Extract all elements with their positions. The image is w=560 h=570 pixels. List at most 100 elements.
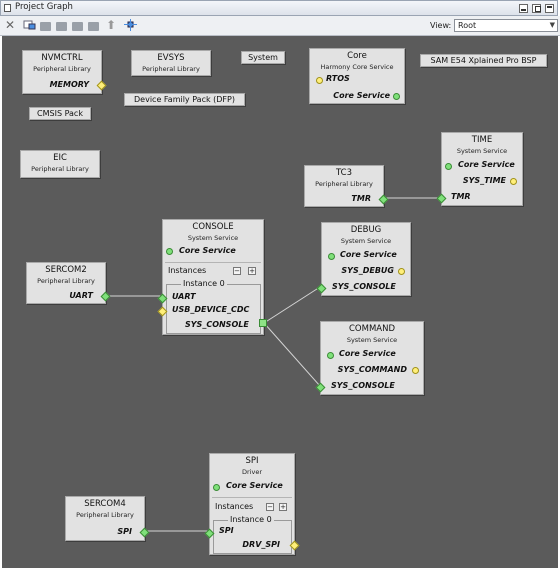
instance-title: Instance 0 bbox=[228, 515, 274, 524]
separator bbox=[212, 497, 292, 498]
group-icon[interactable] bbox=[40, 22, 51, 31]
port-uart: UART bbox=[172, 292, 196, 301]
delete-icon[interactable]: ✕ bbox=[3, 19, 17, 32]
port-tmr: TMR bbox=[451, 192, 471, 201]
auto-arrange-icon[interactable] bbox=[123, 19, 137, 32]
node-name: TC3 bbox=[335, 168, 353, 178]
node-type: Peripheral Library bbox=[37, 277, 95, 285]
node-type: Peripheral Library bbox=[76, 511, 134, 519]
port-core-service: Core Service bbox=[458, 160, 515, 169]
minimize-button[interactable] bbox=[519, 4, 528, 13]
node-core[interactable]: Core Harmony Core Service RTOS Core Serv… bbox=[309, 48, 405, 104]
chevron-down-icon: ▼ bbox=[549, 21, 555, 29]
port-sys-command: SYS_COMMAND bbox=[337, 365, 407, 374]
node-system[interactable]: System bbox=[241, 51, 285, 64]
window-icon bbox=[4, 4, 11, 12]
node-evsys[interactable]: EVSYS Peripheral Library bbox=[131, 50, 211, 76]
port-core-service-connector[interactable] bbox=[328, 253, 335, 260]
node-time[interactable]: TIME System Service Core Service SYS_TIM… bbox=[436, 132, 523, 206]
node-type: Peripheral Library bbox=[33, 65, 91, 73]
node-name: EIC bbox=[53, 153, 67, 163]
restore-button[interactable] bbox=[532, 4, 541, 13]
node-command[interactable]: COMMAND System Service Core Service SYS_… bbox=[315, 321, 424, 395]
port-rtos: RTOS bbox=[326, 74, 350, 83]
remove-instance-button[interactable]: − bbox=[233, 267, 241, 275]
node-name: TIME bbox=[471, 135, 493, 145]
add-component-icon[interactable] bbox=[22, 19, 36, 32]
port-core-service-connector[interactable] bbox=[393, 93, 400, 100]
port-sys-time: SYS_TIME bbox=[462, 176, 506, 185]
add-instance-button[interactable]: + bbox=[279, 503, 287, 511]
node-name: COMMAND bbox=[348, 324, 395, 334]
port-core-service-connector[interactable] bbox=[445, 163, 452, 170]
node-name: DEBUG bbox=[350, 225, 382, 235]
view-label: View: bbox=[430, 21, 452, 30]
move-up-icon[interactable]: ⬆ bbox=[104, 19, 118, 32]
node-spi[interactable]: SPI Driver Core Service Instances − + In… bbox=[204, 453, 300, 555]
node-debug[interactable]: DEBUG System Service Core Service SYS_DE… bbox=[316, 222, 411, 296]
node-tc3[interactable]: TC3 Peripheral Library TMR bbox=[304, 165, 389, 207]
port-usb-device-cdc: USB_DEVICE_CDC bbox=[172, 305, 250, 314]
window-title: Project Graph bbox=[15, 2, 73, 12]
node-type: Peripheral Library bbox=[31, 165, 89, 173]
separator bbox=[165, 262, 261, 263]
node-bsp[interactable]: SAM E54 Xplained Pro BSP bbox=[420, 54, 547, 67]
node-sercom2[interactable]: SERCOM2 Peripheral Library UART bbox=[26, 262, 111, 304]
node-type: System Service bbox=[346, 336, 398, 344]
move-out-icon[interactable] bbox=[88, 22, 99, 31]
port-sys-command-connector[interactable] bbox=[412, 367, 419, 374]
core-service-connector[interactable] bbox=[166, 248, 173, 255]
toolbar: ✕ ⬆ View: Root ▼ bbox=[0, 16, 560, 36]
node-eic[interactable]: EIC Peripheral Library bbox=[20, 150, 100, 178]
node-type: Peripheral Library bbox=[142, 65, 200, 73]
port-sys-console: SYS_CONSOLE bbox=[332, 282, 396, 291]
port-rtos-connector[interactable] bbox=[316, 77, 323, 84]
instances-label: Instances bbox=[215, 502, 254, 511]
port-sys-console: SYS_CONSOLE bbox=[185, 320, 249, 329]
port-core-service: Core Service bbox=[340, 250, 397, 259]
node-console[interactable]: CONSOLE System Service Core Service Inst… bbox=[157, 219, 267, 335]
core-service-label: Core Service bbox=[179, 246, 236, 255]
title-bar: Project Graph bbox=[0, 0, 558, 16]
view-value: Root bbox=[458, 21, 477, 30]
node-name: CONSOLE bbox=[192, 222, 234, 232]
port-sys-debug-connector[interactable] bbox=[398, 268, 405, 275]
move-in-icon[interactable] bbox=[72, 22, 83, 31]
port-spi: SPI bbox=[219, 526, 234, 535]
instance-title: Instance 0 bbox=[181, 279, 227, 288]
ungroup-icon[interactable] bbox=[56, 22, 67, 31]
port-core-service: Core Service bbox=[339, 349, 396, 358]
port-drv-spi: DRV_SPI bbox=[242, 540, 280, 549]
port-sys-debug: SYS_DEBUG bbox=[341, 266, 394, 275]
port-spi: SPI bbox=[117, 527, 132, 536]
node-name: Core bbox=[347, 51, 367, 61]
node-sercom4[interactable]: SERCOM4 Peripheral Library SPI bbox=[65, 496, 150, 541]
node-cmsis[interactable]: CMSIS Pack bbox=[29, 107, 91, 120]
core-service-connector[interactable] bbox=[213, 484, 220, 491]
node-type: Driver bbox=[241, 468, 262, 476]
core-service-label: Core Service bbox=[226, 481, 283, 490]
view-select[interactable]: Root ▼ bbox=[454, 19, 558, 32]
port-sys-console: SYS_CONSOLE bbox=[331, 381, 395, 390]
node-name: SERCOM2 bbox=[45, 265, 87, 275]
port-core-service-connector[interactable] bbox=[327, 352, 334, 359]
port-sys-console-connector[interactable] bbox=[259, 319, 267, 327]
port-core-service: Core Service bbox=[333, 91, 390, 100]
node-name: SPI bbox=[245, 456, 259, 466]
node-name: SERCOM4 bbox=[84, 499, 126, 509]
node-type: System Service bbox=[340, 237, 392, 245]
node-type: Peripheral Library bbox=[315, 180, 373, 188]
port-memory: MEMORY bbox=[49, 80, 89, 89]
node-type: System Service bbox=[456, 147, 508, 155]
port-tmr: TMR bbox=[351, 194, 371, 203]
remove-instance-button[interactable]: − bbox=[266, 503, 274, 511]
node-dfp[interactable]: Device Family Pack (DFP) bbox=[124, 93, 245, 106]
node-type: System Service bbox=[187, 234, 239, 242]
port-uart: UART bbox=[69, 291, 93, 300]
port-sys-time-connector[interactable] bbox=[510, 178, 517, 185]
node-nvmctrl[interactable]: NVMCTRL Peripheral Library MEMORY bbox=[22, 50, 107, 94]
instances-label: Instances bbox=[168, 266, 207, 275]
node-name: NVMCTRL bbox=[41, 53, 83, 63]
maximize-button[interactable] bbox=[545, 4, 554, 13]
add-instance-button[interactable]: + bbox=[248, 267, 256, 275]
